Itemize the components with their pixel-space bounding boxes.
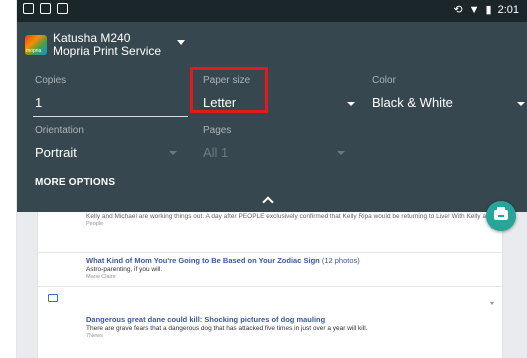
printer-dropdown-icon[interactable] [177,40,185,45]
left-margin [0,0,17,358]
orientation-select[interactable]: Portrait [35,145,77,160]
copies-input[interactable]: 1 [35,95,42,110]
copies-input-underline [33,116,188,117]
photo-notification-icon [40,3,51,14]
status-bar: ⟲ ▼ ▮ 2:01 [17,0,527,22]
system-icons: ⟲ ▼ ▮ 2:01 [453,3,519,17]
printer-info: Katusha M240 Mopria Print Service [53,32,161,58]
feed-item-title-text[interactable]: What Kind of Mom You're Going to Be Base… [86,256,320,265]
more-options-button[interactable]: MORE OPTIONS [35,177,115,188]
clipboard-notification-icon [57,3,68,14]
image-notification-icon [23,3,34,14]
battery-icon: ▮ [485,4,492,16]
feed-item-source: 7News [86,333,103,339]
chevron-down-icon[interactable] [490,302,494,305]
color-label: Color [372,75,396,86]
mopria-logo-icon: mopria [25,35,47,55]
feed-item-description: Astro-parenting, if you will. [86,266,163,273]
printer-service: Mopria Print Service [53,44,162,58]
feed-item[interactable]: What Kind of Mom You're Going to Be Base… [86,256,486,280]
chevron-up-icon[interactable] [262,196,274,208]
printer-selector[interactable]: mopria Katusha M240 Mopria Print Service [25,28,161,62]
orientation-label: Orientation [35,125,84,136]
image-icon [48,294,58,302]
feed-item-title[interactable]: Dangerous great dane could kill: Shockin… [86,315,486,324]
notification-icons [23,3,68,14]
pages-label: Pages [203,125,232,136]
feed-item-description: There are grave fears that a dangerous d… [86,325,368,332]
feed-item[interactable]: Kelly and Michael are working things out… [86,212,486,227]
pages-select: All 1 [203,145,229,160]
logo-text: mopria [26,48,42,54]
divider [38,286,504,287]
rotation-lock-icon: ⟲ [453,4,463,16]
feed-item-source: Marie Claire [86,274,116,280]
copies-label: Copies [35,75,67,86]
device-screen: ⟲ ▼ ▮ 2:01 mopria Katusha M240 Mopria Pr… [17,0,527,358]
print-icon [494,207,508,220]
orientation-dropdown-icon[interactable] [169,151,177,155]
paper-size-dropdown-icon[interactable] [347,102,355,106]
device-frame: ⟲ ▼ ▮ 2:01 mopria Katusha M240 Mopria Pr… [0,0,527,358]
feed-item-title[interactable]: What Kind of Mom You're Going to Be Base… [86,256,486,265]
feed-item-description: Kelly and Michael are working things out… [86,213,486,220]
feed-item-photo-count: (12 photos) [321,256,360,265]
print-options-panel: mopria Katusha M240 Mopria Print Service… [17,22,527,212]
feed-item[interactable]: Dangerous great dane could kill: Shockin… [86,315,486,339]
divider [38,252,504,253]
print-fab-button[interactable] [486,201,516,231]
feed-item-source: People [86,221,104,227]
wifi-icon: ▼ [468,3,480,16]
pages-dropdown-icon [337,151,345,155]
news-feed: Kelly and Michael are working things out… [37,212,504,358]
paper-size-highlight-box [190,67,268,113]
clock: 2:01 [497,3,519,16]
color-select[interactable]: Black & White [372,95,453,110]
color-dropdown-icon[interactable] [517,102,525,106]
